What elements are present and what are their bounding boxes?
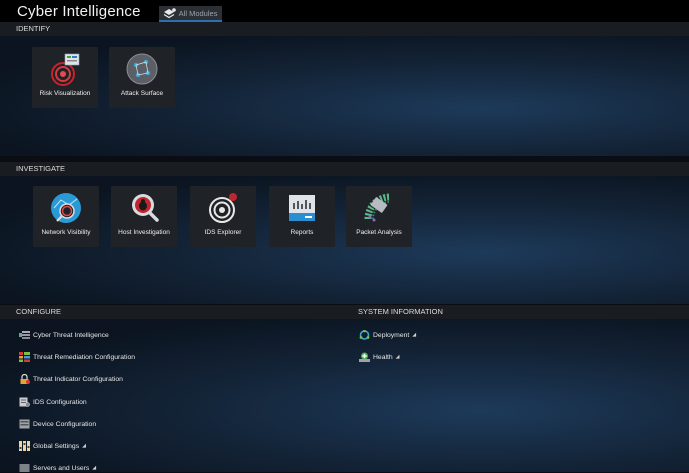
tile-risk-visualization[interactable]: Risk Visualization: [32, 47, 98, 108]
tile-label: Risk Visualization: [39, 90, 91, 97]
deployment-icon: [359, 330, 370, 340]
investigate-panel: Network Visibility Host Investigation ID…: [0, 176, 689, 304]
ids-config-icon: [19, 397, 30, 407]
tile-label: Network Visibility: [41, 229, 91, 236]
app-title: Cyber Intelligence: [17, 3, 141, 20]
config-global-settings[interactable]: Global Settings ◢: [19, 441, 86, 451]
lock-icon: [20, 374, 30, 384]
config-label: Threat Remediation Configuration: [33, 353, 136, 361]
network-search-icon: [51, 193, 81, 223]
tile-ids-explorer[interactable]: IDS Explorer: [190, 186, 256, 247]
config-cyber-threat-intelligence[interactable]: Cyber Threat Intelligence: [19, 330, 109, 340]
config-label: Servers and Users: [33, 464, 90, 472]
report-icon: [289, 195, 315, 221]
config-label: Threat Indicator Configuration: [33, 375, 123, 383]
device-icon: [19, 419, 30, 429]
configure-header: CONFIGURE SYSTEM INFORMATION: [0, 305, 689, 319]
modules-icon: [163, 7, 176, 18]
system-information-title: SYSTEM INFORMATION: [358, 307, 443, 316]
investigate-header: INVESTIGATE: [0, 162, 689, 176]
expand-caret-icon: ◢: [395, 354, 400, 360]
packet-icon: [364, 193, 391, 222]
sysinfo-label: Health: [373, 353, 393, 361]
configure-title: CONFIGURE: [16, 307, 61, 316]
config-threat-indicator[interactable]: Threat Indicator Configuration: [19, 374, 123, 384]
config-label: Cyber Threat Intelligence: [33, 331, 109, 339]
tile-label: Attack Surface: [120, 90, 164, 97]
remediation-icon: [19, 352, 30, 362]
config-device[interactable]: Device Configuration: [19, 419, 96, 429]
radar-icon: [51, 53, 80, 86]
tile-host-investigation[interactable]: Host Investigation: [111, 186, 177, 247]
config-label: Device Configuration: [33, 420, 97, 428]
tile-attack-surface[interactable]: Attack Surface: [109, 47, 175, 108]
sysinfo-label: Deployment: [373, 331, 410, 339]
config-label: IDS Configuration: [33, 398, 87, 406]
all-modules-tab[interactable]: All Modules: [158, 6, 223, 22]
target-icon: [209, 193, 237, 223]
config-label: Global Settings: [33, 442, 80, 450]
sysinfo-health[interactable]: Health ◢: [359, 352, 400, 362]
identify-panel: Risk Visualization Attack Surface: [0, 36, 689, 156]
expand-caret-icon: ◢: [92, 465, 97, 471]
config-ids[interactable]: IDS Configuration: [19, 397, 87, 407]
tile-reports[interactable]: Reports: [269, 186, 335, 247]
bug-search-icon: [132, 194, 159, 222]
configure-panel: Cyber Threat Intelligence Threat Remedia…: [0, 319, 689, 472]
tile-label: Host Investigation: [118, 229, 170, 236]
tile-label: Reports: [290, 229, 314, 236]
sysinfo-deployment[interactable]: Deployment ◢: [359, 330, 416, 340]
top-bar: Cyber Intelligence All Modules: [0, 0, 689, 22]
tile-label: Packet Analysis: [356, 229, 402, 236]
expand-caret-icon: ◢: [412, 332, 417, 338]
config-threat-remediation[interactable]: Threat Remediation Configuration: [19, 352, 135, 362]
expand-caret-icon: ◢: [82, 443, 86, 449]
tile-label: IDS Explorer: [204, 229, 242, 236]
globe-network-icon: [126, 53, 158, 85]
tile-network-visibility[interactable]: Network Visibility: [33, 186, 99, 247]
threat-intel-icon: [19, 331, 30, 339]
all-modules-label: All Modules: [178, 8, 218, 18]
health-icon: [359, 352, 370, 362]
identify-header: IDENTIFY: [0, 22, 689, 36]
settings-columns-icon: [19, 441, 30, 451]
tile-packet-analysis[interactable]: Packet Analysis: [346, 186, 412, 247]
